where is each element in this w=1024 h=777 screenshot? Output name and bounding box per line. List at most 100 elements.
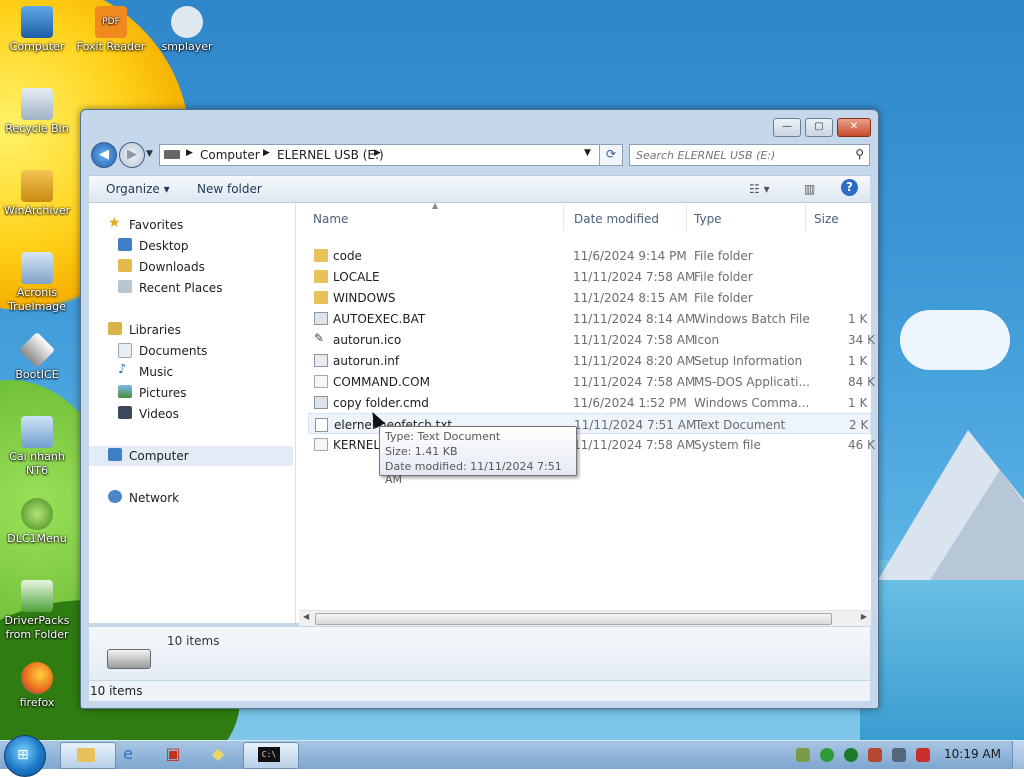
file-row-copy-folder-cmd[interactable]: copy folder.cmd 11/6/2024 1:52 PM Window… — [308, 392, 871, 413]
desktop-icon-firefox[interactable]: firefox — [0, 662, 74, 710]
minimize-button[interactable]: — — [773, 118, 801, 137]
desktop-icon-cai-nhanh-nt6[interactable]: Cai nhanh NT6 — [0, 416, 74, 478]
drive-icon — [164, 150, 180, 159]
horizontal-scrollbar[interactable]: ◀ ▶ — [299, 610, 871, 626]
desktop-icon — [118, 238, 132, 251]
pictures-icon — [118, 385, 132, 398]
ico-file-icon: ✎ — [314, 331, 325, 345]
nav-favorites[interactable]: ★ Favorites — [89, 215, 293, 235]
tray-app-icon[interactable] — [796, 748, 810, 762]
inf-file-icon — [314, 354, 328, 367]
file-row-command-com[interactable]: COMMAND.COM 11/11/2024 7:58 AM MS-DOS Ap… — [308, 371, 875, 392]
status-item-count: 10 items — [90, 684, 143, 698]
file-row-code[interactable]: code 11/6/2024 9:14 PM File folder — [308, 245, 871, 266]
file-row-autorun-inf[interactable]: autorun.inf 11/11/2024 8:20 AM Setup Inf… — [308, 350, 871, 371]
desktop-icon-recycle-bin[interactable]: Recycle Bin — [0, 88, 74, 136]
desktop-icon-dlc1menu[interactable]: DLC1Menu — [0, 498, 74, 546]
taskbar-cmd-button[interactable]: C:\ — [243, 742, 299, 769]
nav-music[interactable]: ♪ Music — [89, 362, 293, 382]
command-toolbar: Organize ▾ New folder ☷ ▾ ▥ ? — [89, 175, 870, 203]
preview-pane-icon[interactable]: ▥ — [804, 182, 815, 196]
file-row-windows[interactable]: WINDOWS 11/1/2024 8:15 AM File folder — [308, 287, 871, 308]
back-button[interactable]: ◀ — [91, 142, 117, 168]
folder-icon — [77, 748, 95, 762]
command-prompt-icon: C:\ — [258, 747, 280, 762]
foxit-pdf-icon: PDF — [95, 6, 127, 38]
desktop-icon-winarchiver[interactable]: WinArchiver — [0, 170, 74, 218]
desktop-icon-smplayer[interactable]: smplayer — [150, 6, 224, 54]
close-button[interactable]: ✕ — [837, 118, 871, 137]
star-icon: ★ — [108, 215, 121, 231]
nav-videos[interactable]: Videos — [89, 404, 293, 424]
wallpaper-lake — [860, 560, 1024, 740]
address-dropdown-icon[interactable]: ▼ — [584, 148, 591, 158]
search-icon[interactable]: ⚲ — [855, 147, 864, 161]
tray-security-icon[interactable] — [820, 748, 834, 762]
start-button[interactable]: ⊞ — [4, 735, 46, 777]
navigation-pane: ★ Favorites Desktop Downloads Recent Pla… — [89, 203, 296, 623]
nav-pictures[interactable]: Pictures — [89, 383, 293, 403]
file-row-locale[interactable]: LOCALE 11/11/2024 7:58 AM File folder — [308, 266, 871, 287]
view-options-icon[interactable]: ☷ ▾ — [749, 182, 770, 196]
column-header-size[interactable]: Size — [814, 212, 839, 226]
videos-icon — [118, 406, 132, 419]
column-header-name[interactable]: Name — [313, 212, 348, 226]
wallpaper-mountain-back — [930, 470, 1024, 580]
tray-media-icon[interactable] — [844, 748, 858, 762]
taskbar-explorer-button[interactable] — [60, 742, 116, 769]
breadcrumb-separator-icon: ▶ — [186, 148, 193, 158]
desktop-icon-bootice[interactable]: BootICE — [0, 331, 74, 382]
media-app-icon[interactable]: ▣ — [163, 744, 183, 764]
computer-icon — [108, 448, 122, 461]
new-folder-button[interactable]: New folder — [197, 182, 262, 196]
scroll-left-icon[interactable]: ◀ — [303, 612, 309, 621]
nav-computer[interactable]: Computer — [89, 446, 293, 466]
nav-libraries[interactable]: Libraries — [89, 320, 293, 340]
column-divider — [686, 205, 687, 231]
show-desktop-button[interactable] — [1012, 741, 1024, 769]
recent-pages-dropdown[interactable]: ▼ — [146, 149, 153, 159]
nav-network[interactable]: Network — [89, 488, 293, 508]
breadcrumb-drive[interactable]: ELERNEL USB (E:) — [277, 148, 384, 162]
file-row-autorun-ico[interactable]: ✎ autorun.ico 11/11/2024 7:58 AM Icon 34… — [308, 329, 875, 350]
details-item-count: 10 items — [167, 634, 220, 648]
app-shortcut-icon[interactable]: ◆ — [208, 744, 228, 764]
refresh-button[interactable]: ⟳ — [599, 144, 623, 166]
help-icon[interactable]: ? — [841, 179, 858, 196]
nav-downloads[interactable]: Downloads — [89, 257, 293, 277]
column-header-type[interactable]: Type — [694, 212, 722, 226]
winarchiver-icon — [21, 170, 53, 202]
desktop-icon-acronis[interactable]: Acronis TrueImage — [0, 252, 74, 314]
nav-recent-places[interactable]: Recent Places — [89, 278, 293, 298]
recent-places-icon — [118, 280, 132, 293]
search-input[interactable] — [630, 145, 838, 165]
nav-documents[interactable]: Documents — [89, 341, 293, 361]
breadcrumb-separator-icon: ▶ — [263, 148, 270, 158]
desktop-icon-driverpacks[interactable]: DriverPacks from Folder — [0, 580, 74, 642]
nav-desktop[interactable]: Desktop — [89, 236, 293, 256]
taskbar-clock[interactable]: 10:19 AM — [944, 747, 1001, 761]
file-row-autoexec-bat[interactable]: AUTOEXEC.BAT 11/11/2024 8:14 AM Windows … — [308, 308, 871, 329]
address-bar[interactable]: ▶ Computer ▶ ELERNEL USB (E:) ▶ ▼ — [159, 144, 601, 166]
column-header-date[interactable]: Date modified — [574, 212, 659, 226]
breadcrumb-computer[interactable]: Computer — [200, 148, 260, 162]
tray-volume-muted-icon[interactable] — [916, 748, 930, 762]
tray-network-icon[interactable] — [892, 748, 906, 762]
bootice-icon — [18, 331, 56, 369]
tray-tool-icon[interactable] — [868, 748, 882, 762]
system-file-icon — [314, 438, 328, 451]
breadcrumb-separator-icon: ▶ — [374, 148, 381, 158]
internet-explorer-icon[interactable]: e — [118, 744, 138, 764]
organize-button[interactable]: Organize ▾ — [106, 182, 170, 196]
scroll-right-icon[interactable]: ▶ — [861, 612, 867, 621]
maximize-button[interactable]: ▢ — [805, 118, 833, 137]
com-file-icon — [314, 375, 328, 388]
smplayer-icon — [171, 6, 203, 38]
file-list: ▲ Name Date modified Type Size code 11/6… — [296, 201, 875, 623]
desktop-icon-computer[interactable]: Computer — [0, 6, 74, 54]
forward-button[interactable]: ▶ — [119, 142, 145, 168]
desktop-icon-foxit-reader[interactable]: PDF Foxit Reader — [74, 6, 148, 54]
scrollbar-thumb[interactable] — [315, 613, 832, 625]
computer-icon — [21, 6, 53, 38]
column-divider — [805, 205, 806, 231]
